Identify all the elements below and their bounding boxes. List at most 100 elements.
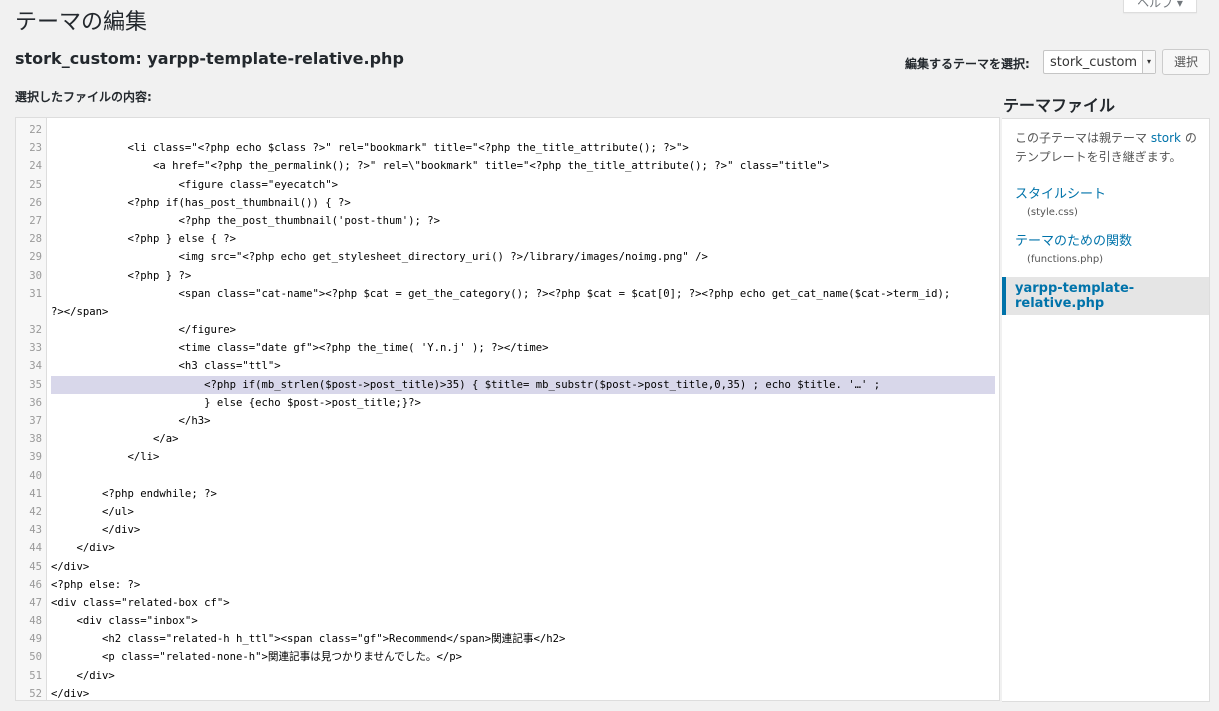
code-line[interactable]: 52 </div> xyxy=(16,685,999,700)
code-line[interactable]: 44 </div> xyxy=(16,539,999,557)
code-line[interactable]: 51 </div> xyxy=(16,667,999,685)
code-line[interactable]: 34 <h3 class="ttl"> xyxy=(16,357,999,375)
line-number: 36 xyxy=(29,396,42,409)
code-line[interactable]: 38 </a> xyxy=(16,430,999,448)
code-text[interactable]: <div class="inbox"> xyxy=(51,612,995,630)
code-text[interactable]: </li> xyxy=(51,448,995,466)
code-line[interactable]: 43 </div> xyxy=(16,521,999,539)
line-number: 31 xyxy=(29,287,42,300)
code-text[interactable]: } else {echo $post->post_title;}?> xyxy=(51,394,995,412)
code-text[interactable]: <?php } ?> xyxy=(51,267,995,285)
code-text[interactable]: </div> xyxy=(51,558,995,576)
code-text[interactable]: </div> xyxy=(51,667,995,685)
theme-files-sidebar: テーマファイル この子テーマは親テーマ stork のテンプレートを引き継ぎます… xyxy=(1002,88,1210,702)
code-line[interactable]: 37 </h3> xyxy=(16,412,999,430)
code-text[interactable]: <?php else: ?> xyxy=(51,576,995,594)
code-text[interactable]: </div> xyxy=(51,539,995,557)
code-line[interactable]: 39 </li> xyxy=(16,448,999,466)
code-text[interactable]: </ul> xyxy=(51,503,995,521)
code-line[interactable]: 49 <h2 class="related-h h_ttl"><span cla… xyxy=(16,630,999,648)
line-number: 22 xyxy=(29,124,42,136)
file-item-label[interactable]: スタイルシート xyxy=(1015,183,1209,202)
code-text[interactable]: <?php if(has_post_thumbnail()) { ?> xyxy=(51,194,995,212)
file-item-yarpp-template[interactable]: yarpp-template-relative.php xyxy=(1002,277,1209,315)
parent-theme-link[interactable]: stork xyxy=(1151,131,1181,145)
code-text[interactable]: ?></span> xyxy=(51,303,995,321)
line-number: 34 xyxy=(29,360,42,373)
code-line[interactable]: ?></span> xyxy=(16,303,999,321)
code-line[interactable]: 26 <?php if(has_post_thumbnail()) { ?> xyxy=(16,194,999,212)
line-number: 46 xyxy=(29,578,42,591)
code-line[interactable]: 24 <a href="<?php the_permalink(); ?>" r… xyxy=(16,157,999,175)
code-text[interactable]: <a href="<?php the_permalink(); ?>" rel=… xyxy=(51,157,995,175)
file-item-functions[interactable]: テーマのための関数 (functions.php) xyxy=(1002,230,1209,265)
line-number: 38 xyxy=(29,433,42,446)
code-text[interactable]: </h3> xyxy=(51,412,995,430)
code-text[interactable]: <div class="related-box cf"> xyxy=(51,594,995,612)
code-line[interactable]: 46 <?php else: ?> xyxy=(16,576,999,594)
code-line[interactable]: 36 } else {echo $post->post_title;}?> xyxy=(16,394,999,412)
theme-select-dropdown[interactable]: stork_custom ▾ xyxy=(1043,50,1156,74)
code-line[interactable]: 23 <li class="<?php echo $class ?>" rel=… xyxy=(16,139,999,157)
code-text[interactable]: <?php the_post_thumbnail('post-thum'); ?… xyxy=(51,212,995,230)
code-text[interactable]: <img src="<?php echo get_stylesheet_dire… xyxy=(51,248,995,266)
code-text[interactable]: <h2 class="related-h h_ttl"><span class=… xyxy=(51,630,995,648)
line-number: 50 xyxy=(29,651,42,664)
code-line[interactable]: 28 <?php } else { ?> xyxy=(16,230,999,248)
code-text[interactable]: <figure class="eyecatch"> xyxy=(51,176,995,194)
theme-select-value: stork_custom xyxy=(1050,55,1138,70)
line-number: 33 xyxy=(29,342,42,355)
code-line[interactable]: 32 </figure> xyxy=(16,321,999,339)
code-line[interactable]: 47 <div class="related-box cf"> xyxy=(16,594,999,612)
code-text[interactable]: <?php } else { ?> xyxy=(51,230,995,248)
code-text[interactable]: <li class="<?php echo $class ?>" rel="bo… xyxy=(51,139,995,157)
code-line[interactable]: 42 </ul> xyxy=(16,503,999,521)
select-button[interactable]: 選択 xyxy=(1162,49,1210,75)
code-line[interactable]: 50 <p class="related-none-h">関連記事は見つかりませ… xyxy=(16,648,999,666)
line-number: 48 xyxy=(29,615,42,628)
code-line[interactable]: 35 <?php if(mb_strlen($post->post_title)… xyxy=(16,375,999,394)
line-number: 24 xyxy=(29,160,42,173)
file-item-label[interactable]: テーマのための関数 xyxy=(1015,230,1209,249)
chevron-down-icon: ▾ xyxy=(1142,51,1155,73)
file-item-label[interactable]: yarpp-template-relative.php xyxy=(1015,281,1209,311)
line-number: 30 xyxy=(29,269,42,282)
code-line[interactable]: 30 <?php } ?> xyxy=(16,267,999,285)
code-text[interactable]: </figure> xyxy=(51,321,995,339)
code-line[interactable]: 25 <figure class="eyecatch"> xyxy=(16,176,999,194)
line-number: 23 xyxy=(29,142,42,155)
code-line[interactable]: 29 <img src="<?php echo get_stylesheet_d… xyxy=(16,248,999,266)
file-item-stylesheet[interactable]: スタイルシート (style.css) xyxy=(1002,183,1209,218)
line-number: 51 xyxy=(29,669,42,682)
code-line[interactable]: 27 <?php the_post_thumbnail('post-thum')… xyxy=(16,212,999,230)
code-line[interactable]: 31 <span class="cat-name"><?php $cat = g… xyxy=(16,285,999,303)
code-text[interactable]: <?php endwhile; ?> xyxy=(51,485,995,503)
code-lines: 22 23 <li class="<?php echo $class ?>" re… xyxy=(16,121,999,700)
help-tab-button[interactable]: ヘルプ ▾ xyxy=(1123,0,1197,13)
line-number: 28 xyxy=(29,233,42,246)
code-text[interactable]: </div> xyxy=(51,685,995,700)
line-number: 44 xyxy=(29,542,42,555)
code-line[interactable]: 48 <div class="inbox"> xyxy=(16,612,999,630)
code-editor[interactable]: 22 23 <li class="<?php echo $class ?>" re… xyxy=(15,117,1000,701)
code-text[interactable]: <h3 class="ttl"> xyxy=(51,357,995,375)
code-line[interactable]: 33 <time class="date gf"><?php the_time(… xyxy=(16,339,999,357)
code-line[interactable]: 40 xyxy=(16,467,999,485)
sidebar-description: この子テーマは親テーマ stork のテンプレートを引き継ぎます。 xyxy=(1002,119,1209,167)
code-text[interactable]: </div> xyxy=(51,521,995,539)
line-number: 37 xyxy=(29,415,42,427)
code-text[interactable]: <span class="cat-name"><?php $cat = get_… xyxy=(51,285,995,303)
theme-select-label: 編集するテーマを選択: xyxy=(905,57,1030,71)
code-text[interactable]: <time class="date gf"><?php the_time( 'Y… xyxy=(51,339,995,357)
code-text[interactable]: <p class="related-none-h">関連記事は見つかりませんでし… xyxy=(51,648,995,666)
code-text[interactable]: <?php if(mb_strlen($post->post_title)>35… xyxy=(51,375,995,394)
page-title: テーマの編集 xyxy=(15,10,148,35)
file-item-filename: (style.css) xyxy=(1027,207,1078,218)
line-number: 27 xyxy=(29,214,42,227)
sidebar-title: テーマファイル xyxy=(1003,96,1116,115)
code-line[interactable]: 22 xyxy=(16,121,999,139)
code-text[interactable]: </a> xyxy=(51,430,995,448)
code-line[interactable]: 41 <?php endwhile; ?> xyxy=(16,485,999,503)
code-line[interactable]: 45 </div> xyxy=(16,558,999,576)
line-number: 29 xyxy=(29,251,42,264)
